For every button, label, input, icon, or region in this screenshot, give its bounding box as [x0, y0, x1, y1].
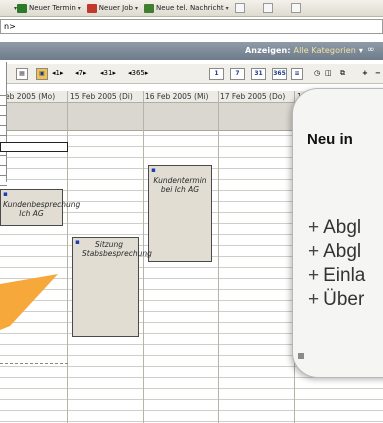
callout-item-text: Abgl: [323, 217, 362, 238]
nav-day-label: 1: [55, 69, 60, 77]
chevron-down-icon: ▾: [77, 4, 81, 12]
appointment-icon: ▪: [75, 238, 80, 246]
new-appointment-button[interactable]: Neuer Termin ▾: [17, 3, 81, 13]
chevron-down-icon: ▾: [358, 46, 363, 55]
appointment-staff-meeting[interactable]: ▪ Sitzung Stabsbesprechung: [72, 237, 152, 337]
plus-icon: +: [308, 265, 320, 286]
new-job-button[interactable]: Neuer Job ▾: [86, 3, 138, 13]
calendar-new-icon: [17, 3, 28, 13]
list-view-icon[interactable]: ▦: [16, 68, 28, 80]
screenshot-stage: ▾ Neuer Termin ▾ Neuer Job ▾ Neue tel. N…: [0, 0, 383, 423]
address-field[interactable]: n>: [0, 19, 383, 34]
chevron-down-icon: ▾: [134, 4, 138, 12]
filter-icon[interactable]: ◫: [325, 69, 332, 77]
appointment-text: Kundentermin bei Ich AG: [153, 176, 207, 194]
category-filter[interactable]: Anzeigen: Alle Kategorien ▾: [245, 46, 363, 55]
month-view-button[interactable]: 31: [251, 68, 266, 80]
appointment-customer-meeting[interactable]: ▪ Kundenbesprechung Ich AG: [0, 189, 80, 226]
callout-item: + Abgl: [308, 240, 365, 264]
phone-message-icon: [143, 3, 154, 13]
column-header-wednesday[interactable]: 16 Feb 2005 (Mi): [145, 92, 208, 101]
orange-pointer-arrow: [0, 274, 58, 330]
callout-title: Neu in: [307, 131, 353, 148]
appointment-icon: ▪: [151, 166, 156, 174]
time-divider: [0, 363, 68, 364]
nav-week-label: 7: [78, 69, 83, 77]
callout-item-text: Einla: [323, 265, 366, 286]
plus-icon: +: [308, 289, 320, 310]
year-view-button[interactable]: 365: [272, 68, 287, 80]
new-job-label: Neuer Job: [98, 4, 133, 12]
callout-item: + Abgl: [308, 216, 365, 240]
callout-list: + Abgl + Abgl + Einla + Über: [308, 216, 365, 312]
grid-view-icon[interactable]: [262, 3, 273, 13]
document-icon[interactable]: [234, 3, 245, 13]
appointment-customer-visit[interactable]: ▪ Kundentermin bei Ich AG: [148, 165, 212, 262]
week-view-button[interactable]: 7: [230, 68, 245, 80]
new-phone-message-label: Neue tel. Nachricht: [155, 4, 224, 12]
new-phone-message-button[interactable]: Neue tel. Nachricht ▾: [143, 3, 229, 13]
main-toolbar: ▾ Neuer Termin ▾ Neuer Job ▾ Neue tel. N…: [0, 0, 383, 17]
column-header-tuesday[interactable]: 15 Feb 2005 (Di): [70, 92, 133, 101]
filter-label: Anzeigen:: [244, 46, 291, 55]
filter-value: Alle Kategorien: [293, 46, 356, 55]
column-divider: [218, 91, 219, 423]
column-header-thursday[interactable]: 17 Feb 2005 (Do): [220, 92, 285, 101]
plus-icon: +: [308, 217, 320, 238]
side-panel-lines: [0, 86, 7, 186]
nav-month[interactable]: ◂31▸: [100, 69, 116, 77]
calendar-toolbar: ▦ ▣ ◂1▸ ◂7▸ ◂31▸ ◂365▸ 1 7 31 365 ≡ ◷ ◫ …: [0, 64, 383, 84]
callout-item-text: Über: [323, 289, 365, 310]
timeline-view-button[interactable]: ≡: [291, 68, 303, 80]
selection-frame[interactable]: [0, 142, 68, 152]
nav-week[interactable]: ◂7▸: [75, 69, 87, 77]
column-divider: [67, 91, 68, 423]
new-appointment-label: Neuer Termin: [29, 4, 76, 12]
print-icon[interactable]: [290, 3, 301, 13]
options-icon[interactable]: ⧉: [340, 69, 345, 78]
clock-icon[interactable]: ◷: [314, 69, 320, 77]
callout-item: + Einla: [308, 264, 365, 288]
today-icon[interactable]: ▣: [36, 68, 48, 80]
chevron-down-icon: ▾: [225, 4, 229, 12]
nav-month-label: 31: [103, 69, 113, 77]
nav-year[interactable]: ◂365▸: [128, 69, 148, 77]
feature-callout: Neu in + Abgl + Abgl + Einla + Über: [292, 88, 383, 378]
callout-item-text: Abgl: [323, 241, 362, 262]
category-filter-band: Anzeigen: Alle Kategorien ▾ ∞: [0, 42, 383, 60]
plus-icon: +: [308, 241, 320, 262]
nav-day[interactable]: ◂1▸: [52, 69, 64, 77]
glasses-icon[interactable]: ∞: [367, 45, 379, 56]
job-new-icon: [86, 3, 97, 13]
add-icon[interactable]: +: [362, 69, 368, 77]
nav-year-label: 365: [131, 69, 145, 77]
appointment-icon: ▪: [3, 190, 8, 198]
resize-handle-icon[interactable]: [298, 353, 304, 359]
remove-icon[interactable]: −: [375, 69, 381, 77]
day-view-button[interactable]: 1: [209, 68, 224, 80]
column-header-monday[interactable]: eb 2005 (Mo): [5, 92, 55, 101]
callout-item: + Über: [308, 288, 365, 312]
